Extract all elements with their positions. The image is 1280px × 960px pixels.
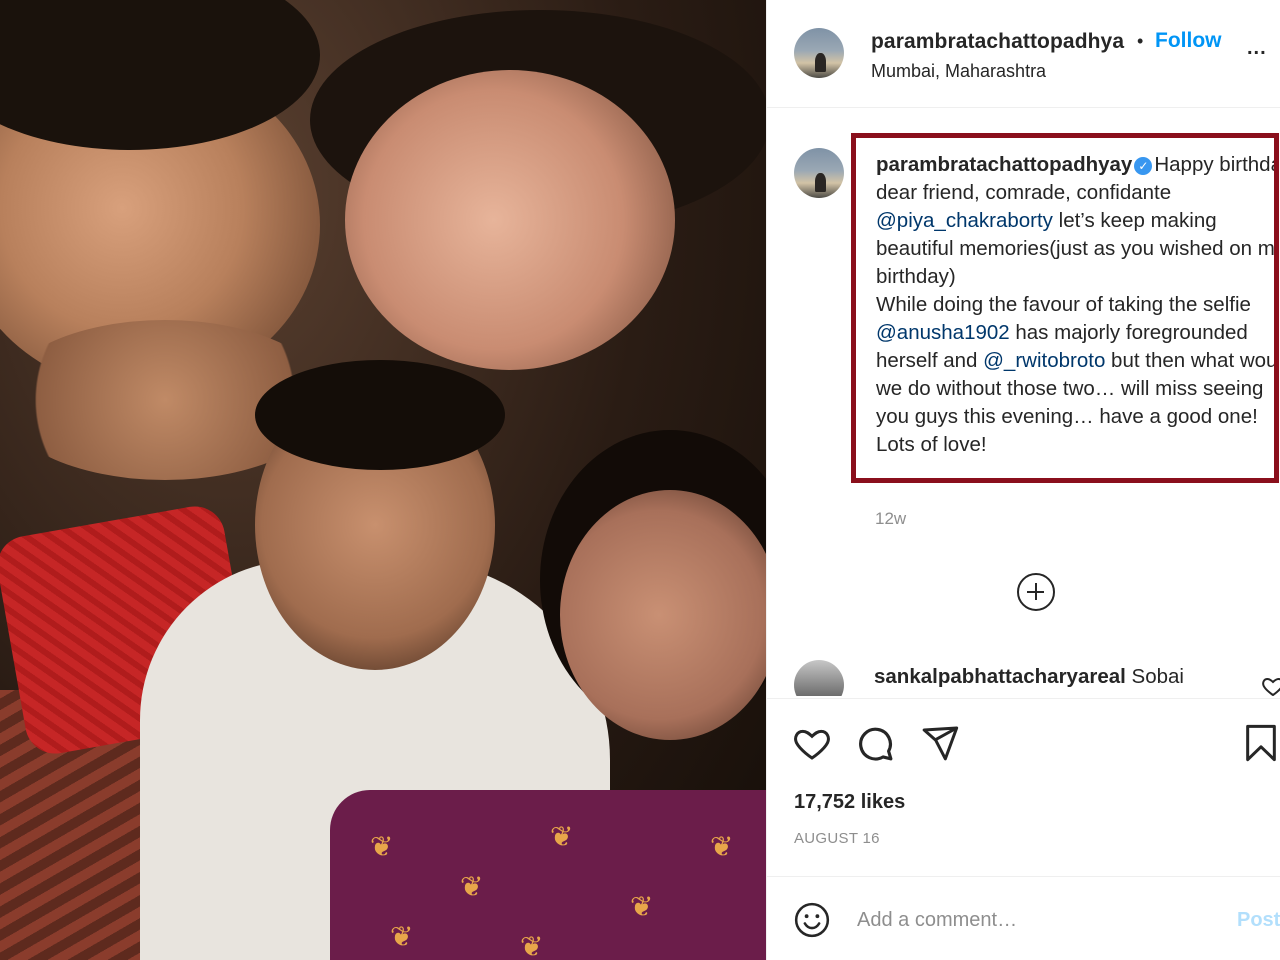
user-avatar[interactable] xyxy=(794,28,844,78)
smiley-icon[interactable] xyxy=(793,901,831,939)
caption-text: parambratachattopadhyay✓Happy birthday d… xyxy=(876,151,1274,459)
mention-link[interactable]: @anusha1902 xyxy=(876,321,1010,344)
post-sidebar: parambratachattopadhya • Follow Mumbai, … xyxy=(766,0,1280,960)
action-bar xyxy=(767,698,1280,788)
caption-timestamp[interactable]: 12w xyxy=(875,509,906,529)
heart-icon[interactable] xyxy=(791,723,833,763)
photo-purple-blanket: ❦ ❦ ❦ ❦ ❦ ❦ ❦ xyxy=(330,790,766,960)
add-comment-bar: Post xyxy=(767,876,1280,960)
separator-dot: • xyxy=(1137,31,1144,51)
comment-text: sankalpabhattacharyareal Sobai xyxy=(874,665,1184,689)
comment-icon[interactable] xyxy=(855,723,897,765)
plus-circle-icon[interactable] xyxy=(1017,573,1055,611)
caption-avatar[interactable] xyxy=(794,148,844,198)
post-username[interactable]: parambratachattopadhya xyxy=(871,30,1124,54)
share-icon[interactable] xyxy=(919,723,961,763)
comment-heart-icon[interactable] xyxy=(1261,674,1280,696)
post-location[interactable]: Mumbai, Maharashtra xyxy=(871,61,1046,82)
caption-username[interactable]: parambratachattopadhyay xyxy=(876,153,1132,176)
post-photo[interactable]: ❦ ❦ ❦ ❦ ❦ ❦ ❦ xyxy=(0,0,766,960)
mention-link[interactable]: @piya_chakraborty xyxy=(876,209,1053,232)
follow-button[interactable]: Follow xyxy=(1155,29,1222,53)
post-header: parambratachattopadhya • Follow Mumbai, … xyxy=(767,0,1280,108)
photo-hair-3 xyxy=(255,360,505,470)
caption-highlight-box: parambratachattopadhyay✓Happy birthday d… xyxy=(851,133,1279,483)
comment-body: Sobai xyxy=(1131,665,1184,688)
photo-face-2 xyxy=(345,70,675,370)
post-comment-button[interactable]: Post xyxy=(1237,909,1280,932)
comment-item: sankalpabhattacharyareal Sobai xyxy=(767,652,1280,696)
post-date[interactable]: AUGUST 16 xyxy=(794,830,880,847)
commenter-username[interactable]: sankalpabhattacharyareal xyxy=(874,665,1126,688)
verified-badge-icon: ✓ xyxy=(1134,157,1153,175)
comment-input[interactable] xyxy=(857,905,1197,935)
photo-face-4 xyxy=(560,490,766,740)
commenter-avatar[interactable] xyxy=(794,660,844,696)
bookmark-icon[interactable] xyxy=(1241,721,1280,765)
more-options-icon[interactable]: ... xyxy=(1247,37,1267,60)
mention-link[interactable]: @_rwitobroto xyxy=(983,349,1105,372)
likes-count[interactable]: 17,752 likes xyxy=(794,791,905,814)
